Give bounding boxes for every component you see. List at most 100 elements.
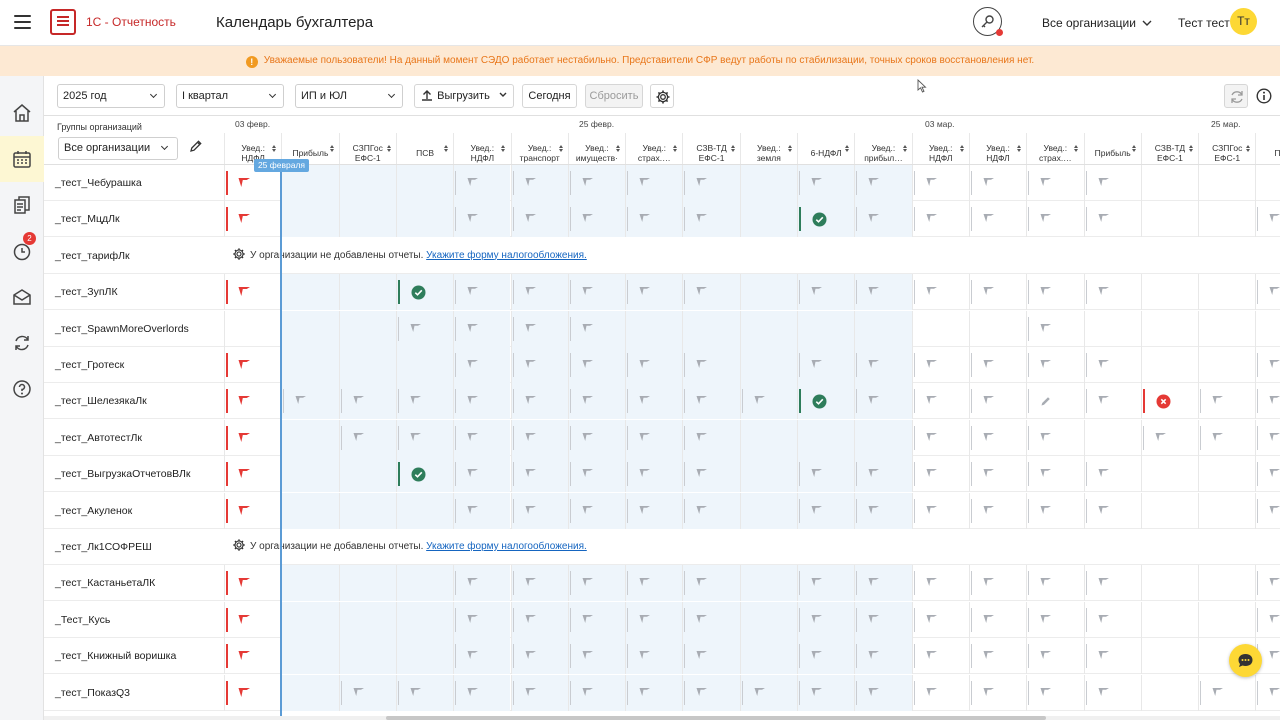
calendar-cell[interactable] [854, 674, 912, 711]
sidebar-item-documents[interactable] [0, 182, 44, 228]
calendar-cell[interactable] [1083, 274, 1141, 311]
calendar-cell[interactable] [911, 456, 969, 493]
calendar-cell[interactable] [224, 201, 281, 238]
calendar-cell[interactable] [854, 165, 912, 201]
calendar-cell[interactable] [567, 165, 626, 201]
organization-name[interactable]: _тест_КастаньетаЛК [55, 565, 155, 601]
logo[interactable]: 1С - Отчетность [50, 9, 176, 35]
calendar-cell[interactable] [1026, 274, 1083, 311]
chat-button[interactable] [1229, 644, 1262, 677]
calendar-cell[interactable] [968, 638, 1026, 675]
calendar-cell[interactable] [1255, 565, 1280, 602]
calendar-cell[interactable] [338, 383, 396, 420]
calendar-cell[interactable] [682, 638, 740, 675]
calendar-cell[interactable] [567, 419, 626, 456]
calendar-cell[interactable] [739, 674, 797, 711]
column-header[interactable]: СЗПГос ЕФС-1 [1198, 133, 1255, 164]
calendar-cell[interactable] [567, 201, 626, 238]
organization-name[interactable]: _тест_Книжный воришка [55, 638, 176, 674]
calendar-cell[interactable] [854, 492, 912, 529]
column-header[interactable]: СЗПГос ЕФС-1 [338, 133, 396, 164]
calendar-cell[interactable] [911, 383, 969, 420]
organization-name[interactable]: _тест_ВыгрузкаОтчетовВЛк [55, 456, 191, 492]
calendar-cell[interactable] [625, 383, 683, 420]
calendar-cell[interactable] [682, 674, 740, 711]
calendar-cell[interactable] [453, 383, 511, 420]
export-button[interactable]: Выгрузить [414, 84, 514, 108]
calendar-cell[interactable] [224, 347, 281, 383]
calendar-cell[interactable] [1083, 674, 1141, 711]
horizontal-scrollbar[interactable] [44, 716, 1280, 720]
calendar-cell[interactable] [911, 419, 969, 456]
calendar-cell[interactable] [797, 274, 855, 311]
sidebar-item-sync[interactable] [0, 320, 44, 366]
calendar-cell[interactable] [797, 638, 855, 675]
calendar-cell[interactable] [797, 165, 855, 201]
calendar-cell[interactable] [338, 419, 396, 456]
calendar-cell[interactable] [1255, 492, 1280, 529]
calendar-cell[interactable] [854, 201, 912, 238]
organization-name[interactable]: _тест_Чебурашка [55, 165, 142, 201]
calendar-cell[interactable] [1026, 638, 1083, 675]
column-header[interactable]: Увед.: земля [739, 133, 797, 164]
calendar-cell[interactable] [682, 165, 740, 201]
calendar-cell[interactable] [395, 383, 454, 420]
calendar-cell[interactable] [1255, 201, 1280, 238]
calendar-cell[interactable] [854, 456, 912, 493]
calendar-cell[interactable] [224, 419, 281, 456]
calendar-cell[interactable] [1083, 638, 1141, 675]
calendar-cell[interactable] [510, 492, 568, 529]
calendar-cell[interactable] [510, 565, 568, 602]
column-header[interactable]: Увед.: НДФЛ [968, 133, 1026, 164]
calendar-cell[interactable] [797, 347, 855, 383]
column-header[interactable]: ПСВ [395, 133, 453, 164]
calendar-cell[interactable] [1083, 165, 1141, 201]
calendar-cell[interactable] [682, 201, 740, 238]
column-header[interactable]: Увед.: НДФЛ [911, 133, 969, 164]
sidebar-item-deadlines[interactable]: 2 [0, 228, 44, 274]
calendar-cell[interactable] [1083, 201, 1141, 238]
column-header[interactable]: Увед.: транспорт [510, 133, 568, 164]
column-header[interactable]: 6-НДФЛ [797, 133, 854, 164]
calendar-cell[interactable] [453, 310, 511, 347]
calendar-cell[interactable] [224, 274, 281, 311]
calendar-cell[interactable] [797, 456, 855, 493]
calendar-cell[interactable] [453, 492, 511, 529]
calendar-cell[interactable] [854, 347, 912, 383]
calendar-cell[interactable] [625, 674, 683, 711]
calendar-cell[interactable] [682, 565, 740, 602]
calendar-cell[interactable] [567, 492, 626, 529]
organization-name[interactable]: _тест_Лк1СОФРЕШ [55, 529, 152, 565]
calendar-cell[interactable] [510, 674, 568, 711]
calendar-cell[interactable] [625, 347, 683, 383]
calendar-cell[interactable] [510, 456, 568, 493]
calendar-cell[interactable] [510, 310, 568, 347]
calendar-cell[interactable] [1026, 492, 1083, 529]
column-header[interactable]: Увед.: страх.… [1026, 133, 1083, 164]
calendar-cell[interactable] [1255, 419, 1280, 456]
calendar-cell[interactable] [968, 674, 1026, 711]
calendar-cell[interactable] [682, 492, 740, 529]
calendar-cell[interactable] [682, 419, 740, 456]
calendar-cell[interactable] [625, 456, 683, 493]
today-button[interactable]: Сегодня [522, 84, 577, 108]
calendar-cell[interactable] [682, 347, 740, 383]
calendar-cell[interactable] [567, 456, 626, 493]
calendar-cell[interactable] [510, 274, 568, 311]
calendar-cell[interactable] [1083, 456, 1141, 493]
calendar-cell[interactable] [968, 274, 1026, 311]
calendar-cell[interactable] [395, 310, 454, 347]
calendar-cell[interactable] [1083, 492, 1141, 529]
calendar-cell[interactable] [453, 419, 511, 456]
calendar-cell[interactable] [911, 674, 969, 711]
calendar-cell[interactable] [797, 492, 855, 529]
tax-form-link[interactable]: Укажите форму налогообложения. [426, 250, 587, 261]
calendar-cell[interactable] [510, 419, 568, 456]
sidebar-item-calendar[interactable] [0, 136, 44, 182]
calendar-cell[interactable] [1083, 347, 1141, 383]
calendar-cell[interactable] [625, 565, 683, 602]
calendar-cell[interactable] [453, 638, 511, 675]
calendar-cell[interactable] [395, 674, 454, 711]
calendar-cell[interactable] [1026, 383, 1083, 420]
reset-button[interactable]: Сбросить [585, 84, 643, 108]
